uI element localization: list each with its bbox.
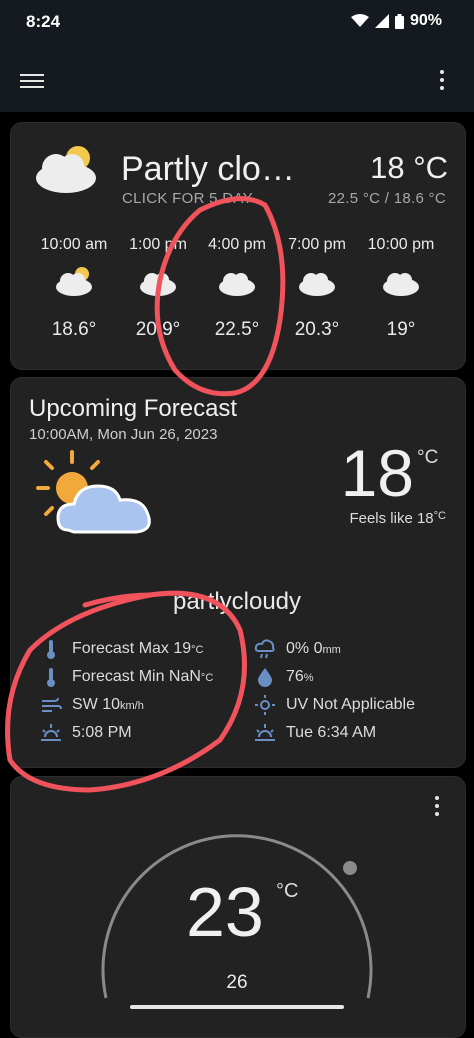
thermometer-icon [47, 640, 55, 659]
rain: 0% 0mm [254, 638, 341, 660]
cloud-icon [219, 273, 255, 296]
rain-unit: mm [322, 644, 341, 656]
forecast-max-text: Forecast Max 19 [72, 640, 192, 657]
rain-cloud-icon [254, 639, 275, 659]
battery-icon [394, 13, 404, 29]
hour-time: 10:00 am [40, 236, 108, 253]
home-indicator[interactable] [130, 1005, 344, 1009]
partly-cloudy-icon [56, 267, 92, 296]
forecast-temp-unit: °C [417, 447, 439, 468]
thermometer-icon [47, 668, 55, 687]
status-time: 8:24 [26, 12, 61, 31]
forecast-datetime: 10:00AM, Mon Jun 26, 2023 [29, 426, 218, 443]
hour-time: 10:00 pm [367, 236, 435, 253]
five-day-link[interactable]: CLICK FOR 5 DAY [122, 190, 253, 207]
forecast-min-text: Forecast Min NaN [72, 668, 201, 685]
current-temp: 18 °C [370, 150, 448, 185]
cloud-icon [140, 273, 176, 296]
forecast-condition: partlycloudy [172, 588, 302, 615]
hour-temp: 19° [386, 319, 416, 340]
wind-text: SW 10 [72, 696, 121, 713]
app-bar [0, 44, 474, 112]
partly-cloudy-icon [36, 450, 151, 534]
sunrise: Tue 6:34 AM [254, 722, 376, 744]
hour-temp: 20.9° [135, 319, 181, 340]
forecast-min: Forecast Min NaN°C [40, 666, 213, 688]
gauge-temp: 23 [186, 873, 264, 951]
wind-icon [42, 697, 62, 712]
sun-icon [255, 695, 275, 715]
gauge-unit: °C [276, 880, 299, 902]
cloud-icon [299, 273, 335, 296]
wifi-icon [350, 14, 369, 27]
temp-range: 22.5 °C / 18.6 °C [328, 190, 446, 207]
sunset-text: 5:08 PM [72, 724, 132, 741]
more-options-icon[interactable] [436, 70, 448, 92]
wind: SW 10km/h [40, 694, 144, 716]
hour-time: 4:00 pm [208, 236, 266, 253]
unit: °C [200, 672, 214, 684]
wind-unit: km/h [120, 700, 144, 712]
feels-like-unit: °C [433, 510, 446, 522]
sunset: 5:08 PM [40, 722, 132, 744]
menu-icon[interactable] [20, 70, 44, 90]
sunrise-text: Tue 6:34 AM [286, 724, 377, 741]
gauge-subvalue: 26 [226, 972, 248, 993]
feels-like: Feels like 18 °C [349, 510, 446, 527]
cloud-icon [383, 273, 419, 296]
forecast-title: Upcoming Forecast [29, 395, 238, 422]
hour-temp: 22.5° [214, 319, 260, 340]
forecast-max: Forecast Max 19°C [40, 638, 204, 660]
hour-time: 7:00 pm [288, 236, 346, 253]
signal-icon [374, 14, 389, 28]
sunset-icon [41, 724, 61, 741]
unit: °C [191, 644, 204, 656]
humidity-unit: % [303, 672, 314, 684]
partly-cloudy-icon [36, 146, 96, 193]
hour-time: 1:00 pm [129, 236, 187, 253]
feels-like-text: Feels like 18 [349, 510, 434, 527]
hour-temp: 18.6° [51, 319, 97, 340]
humidity-text: 76 [286, 668, 304, 685]
humidity: 76% [254, 666, 314, 688]
current-condition: Partly clo… [121, 150, 295, 188]
uv-index: UV Not Applicable [254, 694, 415, 716]
hour-temp: 20.3° [294, 319, 340, 340]
battery-percent: 90% [409, 12, 442, 29]
rain-text: 0% 0 [286, 640, 323, 657]
uv-text: UV Not Applicable [286, 696, 415, 713]
humidity-icon [258, 668, 272, 687]
sunrise-icon [255, 724, 275, 741]
status-icons: 90% [350, 12, 442, 30]
forecast-temp: 18 [340, 436, 414, 510]
